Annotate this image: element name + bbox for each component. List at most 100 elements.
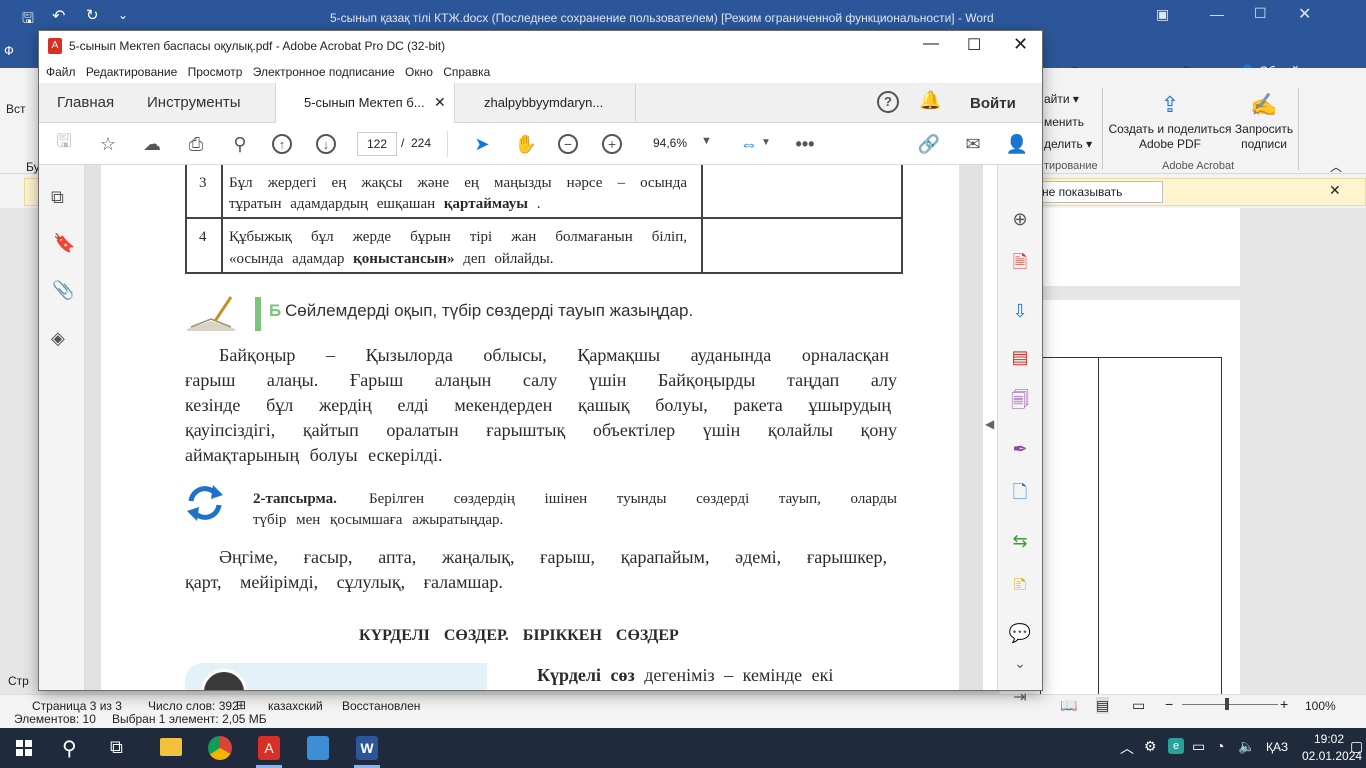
help-icon[interactable]: ? [877, 91, 899, 113]
ribbon-display-icon[interactable]: ▣ [1156, 6, 1169, 23]
bookmarks-icon[interactable]: 🔖 [53, 233, 75, 254]
web-layout-icon[interactable]: ▭ [1132, 697, 1145, 714]
menu-window[interactable]: Окно [405, 61, 433, 83]
more-tools-chevron-icon[interactable]: ⌄ [1008, 651, 1032, 675]
create-share-pdf-button[interactable]: ⇪ Создать и поделиться Adobe PDF [1108, 92, 1232, 152]
compare-files-icon[interactable]: ⇆ [1008, 529, 1032, 553]
maximize-icon[interactable]: ☐ [967, 35, 981, 55]
comment-icon[interactable]: 💬 [1008, 621, 1032, 645]
tab-tools[interactable]: Инструменты [147, 83, 241, 123]
fill-sign-icon[interactable]: ✒ [1008, 437, 1032, 461]
signin-button[interactable]: Войти [970, 95, 1016, 112]
ribbon-fragment-find[interactable]: айти ▾ [1044, 92, 1079, 106]
keyboard-language[interactable]: ҚАЗ [1266, 740, 1288, 754]
layers-icon[interactable]: ◈ [51, 328, 65, 349]
status-words[interactable]: Число слов: 392 [148, 699, 239, 713]
battery-icon[interactable]: ▭ [1192, 738, 1205, 755]
menu-help[interactable]: Справка [443, 61, 490, 83]
page-number-input[interactable]: 122 [357, 132, 397, 156]
page-up-icon[interactable]: ↑ [272, 134, 292, 154]
photos-icon[interactable] [307, 736, 329, 760]
tray-green-icon[interactable]: e [1168, 738, 1184, 754]
share-link-icon[interactable]: 🔗 [917, 132, 941, 156]
acrobat-taskbar-icon[interactable]: A [258, 736, 280, 760]
minimize-icon[interactable]: — [1210, 6, 1224, 22]
create-pdf-icon[interactable]: 🗎 [1008, 252, 1032, 277]
zoom-slider[interactable] [1182, 704, 1278, 705]
ribbon-fragment-select[interactable]: делить ▾ [1044, 137, 1092, 151]
tab-document-active[interactable]: 5-сынып Мектеп б... ✕ [275, 83, 455, 123]
status-lang[interactable]: казахский [268, 699, 323, 713]
bell-icon[interactable]: 🔔 [919, 90, 941, 111]
bookmark-star-icon[interactable]: ☆ [96, 132, 120, 156]
menu-file[interactable]: Файл [46, 61, 76, 83]
notifications-icon[interactable]: ▢ [1350, 738, 1363, 755]
word-taskbar-icon[interactable]: W [356, 736, 378, 760]
tray-chevron-icon[interactable]: ︿ [1120, 738, 1134, 758]
save-icon[interactable]: 🖫 [22, 8, 34, 32]
ribbon-fragment-replace[interactable]: менить [1044, 115, 1084, 129]
search-icon[interactable]: ⚲ [228, 132, 252, 156]
expand-right-panel-icon[interactable]: ◀ [985, 417, 994, 431]
zoom-out-icon[interactable]: − [1165, 696, 1173, 712]
zoom-dropdown-icon[interactable]: ▼ [701, 135, 712, 147]
close-tab-icon[interactable]: ✕ [434, 94, 446, 111]
organize-pages-icon[interactable]: ▤ [1008, 345, 1032, 369]
zoom-value[interactable]: 94,6% [653, 136, 687, 150]
zoom-in-icon[interactable]: + [602, 134, 622, 154]
zoom-level[interactable]: 100% [1305, 699, 1336, 713]
chrome-icon[interactable] [208, 736, 232, 760]
maximize-icon[interactable]: ☐ [1254, 5, 1267, 22]
tab-home[interactable]: Главная [57, 83, 114, 123]
send-for-review-icon[interactable]: 🗋 [1008, 482, 1032, 507]
menu-edit[interactable]: Редактирование [86, 61, 177, 83]
collapse-ribbon-icon[interactable]: ︿ [1330, 158, 1342, 175]
file-explorer-icon[interactable] [160, 738, 182, 756]
close-icon[interactable]: ✕ [1298, 4, 1311, 24]
menu-view[interactable]: Просмотр [188, 61, 243, 83]
add-user-icon[interactable]: 👤 [1005, 132, 1029, 156]
minimize-icon[interactable]: — [923, 35, 939, 53]
zoom-out-icon[interactable]: − [558, 134, 578, 154]
export-pdf-icon[interactable]: ⇩ [1008, 299, 1032, 323]
print-icon[interactable]: ⎙ [184, 132, 208, 156]
tray-app-icon[interactable]: ⚙ [1144, 738, 1157, 755]
file-tab[interactable]: Ф [4, 43, 14, 58]
status-page[interactable]: Страница 3 из 3 [32, 699, 122, 713]
fit-dropdown-icon[interactable]: ▼ [761, 137, 771, 148]
hand-tool-icon[interactable]: ✋ [514, 132, 538, 156]
email-icon[interactable]: ✉ [961, 132, 985, 156]
select-cursor-icon[interactable]: ➤ [470, 132, 494, 156]
clock-time[interactable]: 19:02 [1314, 732, 1344, 746]
task-view-icon[interactable]: ⧉ [110, 737, 123, 758]
attachments-icon[interactable]: 📎 [52, 280, 74, 301]
cloud-upload-icon[interactable]: ☁ [140, 132, 164, 156]
tab-document-2[interactable]: zhalpybbyymdaryn... [456, 83, 636, 123]
zoom-slider-thumb[interactable] [1225, 698, 1229, 710]
fit-page-icon[interactable]: ⇔ [737, 132, 761, 156]
close-message-icon[interactable]: ✕ [1329, 182, 1341, 199]
request-signatures-button[interactable]: ✍ Запросить подписи [1232, 92, 1296, 152]
customize-qat-icon[interactable]: ⌄ [118, 8, 128, 22]
page-thumbnails-icon[interactable]: ⧉ [51, 187, 64, 208]
more-tools-icon[interactable]: ••• [793, 132, 817, 156]
proofing-icon[interactable]: ⊞ [236, 698, 246, 712]
close-icon[interactable]: ✕ [1013, 34, 1028, 55]
undo-icon[interactable]: ↶ [52, 6, 65, 26]
page-down-icon[interactable]: ↓ [316, 134, 336, 154]
dont-show-button[interactable]: не показывать [1037, 181, 1163, 203]
search-icon[interactable]: ⚲ [62, 736, 77, 761]
collapse-pane-icon[interactable]: ⇥ [1008, 685, 1032, 709]
print-layout-icon[interactable]: ▤ [1096, 697, 1110, 714]
read-mode-icon[interactable]: 📖 [1060, 697, 1077, 714]
scan-ocr-icon[interactable]: 🗈 [1008, 574, 1032, 599]
zoom-in-icon[interactable]: + [1280, 696, 1288, 712]
windows-start-icon[interactable] [16, 740, 32, 756]
redo-icon[interactable]: ↻ [86, 6, 99, 24]
menu-esign[interactable]: Электронное подписание [253, 61, 395, 83]
zoom-search-icon[interactable]: ⊕ [1008, 207, 1032, 231]
save-icon[interactable]: 🖫 [52, 131, 76, 156]
volume-icon[interactable]: 🔈 [1238, 738, 1255, 755]
edit-pdf-icon[interactable]: 🗐 [1008, 390, 1032, 415]
network-icon[interactable]: ◔ [1216, 738, 1224, 754]
